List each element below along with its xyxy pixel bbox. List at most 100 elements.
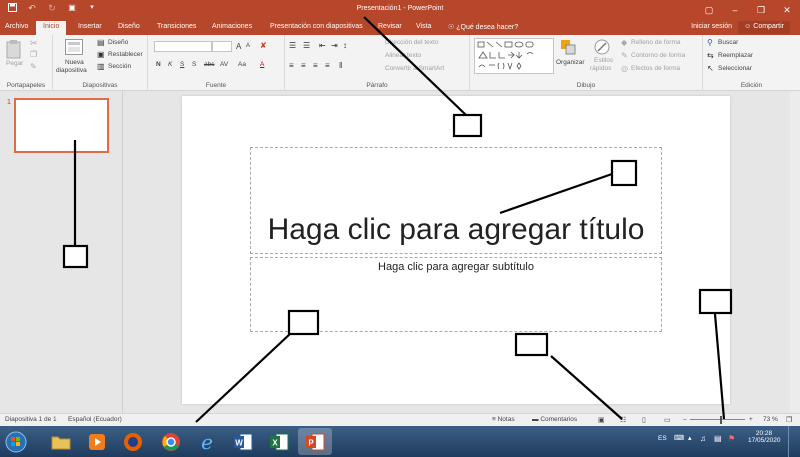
arrange-icon[interactable] — [560, 39, 576, 57]
close-icon[interactable]: ✕ — [774, 0, 800, 20]
media-player-icon[interactable] — [80, 428, 114, 455]
numbering-icon[interactable]: ☰ — [303, 41, 310, 50]
zoom-slider-track[interactable] — [690, 419, 745, 420]
align-right-icon[interactable]: ≡ — [313, 61, 318, 70]
increase-indent-icon[interactable]: ⇥ — [331, 41, 338, 50]
slideshow-icon[interactable]: ▭ — [664, 416, 671, 424]
keyboard-icon[interactable]: ⌨ — [674, 434, 684, 442]
tab-presentacion[interactable]: Presentación con diapositivas — [270, 23, 363, 30]
bullets-icon[interactable]: ☰ — [289, 41, 296, 50]
underline-button[interactable]: S — [180, 61, 184, 68]
powerpoint-icon[interactable]: P — [298, 428, 332, 455]
tab-vista[interactable]: Vista — [416, 23, 431, 30]
tab-archivo[interactable]: Archivo — [5, 23, 28, 30]
copy-icon[interactable]: ❐ — [30, 50, 37, 59]
sign-in-link[interactable]: Iniciar sesión — [691, 23, 732, 30]
reading-view-icon[interactable]: ▯ — [642, 416, 646, 424]
input-language[interactable]: ES — [658, 435, 667, 442]
paste-icon[interactable] — [6, 39, 22, 61]
share-button[interactable]: ☺ Compartir — [738, 21, 790, 34]
action-center-icon[interactable]: ⚑ — [728, 434, 735, 443]
new-slide-label-1[interactable]: Nueva — [65, 59, 84, 66]
quick-styles-label-1[interactable]: Estilos — [594, 57, 613, 64]
tab-animaciones[interactable]: Animaciones — [212, 23, 252, 30]
replace-button[interactable]: Reemplazar — [718, 52, 753, 59]
notes-button[interactable]: ≡ Notas — [492, 416, 515, 423]
paste-button[interactable]: Pegar — [6, 60, 23, 67]
smartart-button[interactable]: Convertir a SmartArt — [385, 65, 444, 72]
columns-icon[interactable]: ‖ — [339, 61, 342, 70]
cut-icon[interactable]: ✂ — [30, 38, 38, 49]
start-button[interactable] — [2, 428, 30, 455]
comments-button[interactable]: ▬ Comentarios — [532, 416, 577, 423]
tab-inicio[interactable]: Inicio — [36, 21, 67, 35]
decrease-indent-icon[interactable]: ⇤ — [319, 41, 326, 50]
show-desktop-button[interactable] — [788, 426, 800, 457]
title-placeholder[interactable]: Haga clic para agregar título — [250, 147, 662, 254]
file-explorer-icon[interactable] — [44, 428, 78, 455]
ribbon-display-options-icon[interactable]: ▢ — [696, 0, 722, 20]
clear-format-icon[interactable]: ✘ — [260, 41, 267, 50]
volume-icon[interactable]: ♫ — [700, 434, 706, 443]
line-spacing-icon[interactable]: ↕ — [343, 41, 347, 50]
new-slide-label-2[interactable]: diapositiva — [56, 67, 87, 74]
shapes-gallery[interactable] — [474, 38, 554, 74]
font-size-input[interactable] — [212, 41, 232, 52]
align-text-button[interactable]: Alinear texto — [385, 52, 421, 59]
align-center-icon[interactable]: ≡ — [301, 61, 306, 70]
font-name-input[interactable] — [154, 41, 212, 52]
tab-transiciones[interactable]: Transiciones — [157, 23, 196, 30]
internet-explorer-icon[interactable]: e — [190, 428, 224, 455]
group-label-parrafo: Párrafo — [366, 82, 388, 89]
tab-diseno[interactable]: Diseño — [118, 23, 140, 30]
tell-me-search[interactable]: ☉ ¿Qué desea hacer? — [448, 23, 518, 31]
bold-button[interactable]: N — [156, 61, 161, 68]
tab-insertar[interactable]: Insertar — [78, 23, 102, 30]
select-button[interactable]: Seleccionar — [718, 65, 752, 72]
firefox-icon[interactable] — [116, 428, 150, 455]
strikethrough-button[interactable]: abc — [204, 61, 214, 68]
align-left-icon[interactable]: ≡ — [289, 61, 294, 70]
slide-thumbnail-1[interactable] — [14, 98, 109, 153]
zoom-out-icon[interactable]: – — [683, 416, 687, 423]
vertical-scrollbar[interactable] — [790, 91, 800, 413]
zoom-in-icon[interactable]: + — [749, 416, 753, 423]
zoom-level[interactable]: 73 % — [763, 416, 778, 423]
chrome-icon[interactable] — [154, 428, 188, 455]
font-color-button[interactable]: A — [260, 61, 264, 68]
quick-styles-icon[interactable] — [594, 39, 610, 57]
zoom-slider-thumb[interactable] — [719, 416, 722, 424]
find-button[interactable]: Buscar — [718, 39, 738, 46]
network-icon[interactable]: ▤ — [714, 434, 722, 443]
language-indicator[interactable]: Español (Ecuador) — [68, 416, 122, 423]
shape-effects-button[interactable]: Efectos de forma — [631, 65, 680, 72]
fit-slide-icon[interactable]: ❐ — [786, 416, 792, 424]
layout-button[interactable]: Diseño — [108, 39, 128, 46]
excel-icon[interactable]: X — [262, 428, 296, 455]
tab-revisar[interactable]: Revisar — [378, 23, 402, 30]
shadow-button[interactable]: S — [192, 61, 196, 68]
shrink-font-button[interactable]: A — [246, 43, 250, 49]
show-hidden-icons-icon[interactable]: ▴ — [688, 434, 692, 442]
shape-outline-button[interactable]: Contorno de forma — [631, 52, 685, 59]
word-icon[interactable]: W — [226, 428, 260, 455]
italic-button[interactable]: K — [168, 61, 172, 68]
change-case-button[interactable]: Aa — [238, 61, 246, 68]
reset-button[interactable]: Restablecer — [108, 51, 143, 58]
section-button[interactable]: Sección — [108, 63, 131, 70]
restore-icon[interactable]: ❐ — [748, 0, 774, 20]
clock[interactable]: 20:28 17/05/2020 — [748, 430, 781, 444]
text-direction-button[interactable]: Dirección del texto — [385, 39, 438, 46]
slide-sorter-icon[interactable]: ☷ — [620, 416, 626, 424]
arrange-button[interactable]: Organizar — [556, 59, 585, 66]
quick-styles-label-2[interactable]: rápidos — [590, 65, 611, 72]
new-slide-icon[interactable] — [65, 39, 83, 57]
justify-icon[interactable]: ≡ — [325, 61, 330, 70]
subtitle-placeholder[interactable]: Haga clic para agregar subtítulo — [250, 257, 662, 332]
shape-fill-button[interactable]: Relleno de forma — [631, 39, 681, 46]
normal-view-icon[interactable]: ▣ — [598, 416, 605, 424]
grow-font-button[interactable]: A — [236, 42, 241, 51]
minimize-icon[interactable]: – — [722, 0, 748, 20]
char-spacing-button[interactable]: AV — [220, 61, 228, 68]
format-painter-icon[interactable]: ✎ — [30, 62, 37, 71]
